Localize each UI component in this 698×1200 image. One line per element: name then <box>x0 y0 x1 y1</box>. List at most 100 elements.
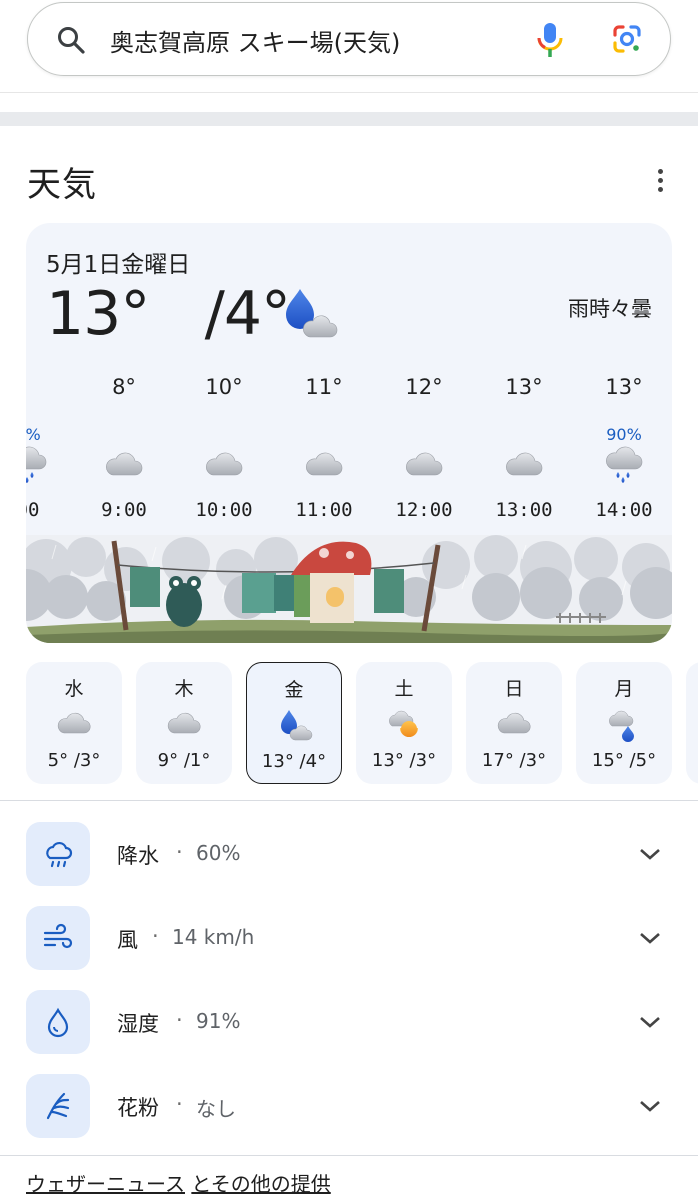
separator-dot: · <box>176 1092 183 1116</box>
day-chip-wed[interactable]: 水 5° /3° <box>26 662 122 784</box>
hourly-temp: 13° <box>505 375 543 399</box>
google-lens-icon[interactable] <box>611 23 643 55</box>
hourly-temp: 10° <box>205 375 243 399</box>
precipitation-icon <box>26 822 90 886</box>
rain-cloud-icon <box>286 289 338 338</box>
chevron-down-icon[interactable] <box>638 1096 662 1116</box>
cloud-icon <box>496 706 532 742</box>
current-condition: 雨時々曇 <box>568 297 652 321</box>
hourly-precip-prob: 0% <box>26 425 41 444</box>
attribution: ウェザーニュース とその他の提供 <box>26 1168 331 1197</box>
cloud-icon <box>56 706 92 742</box>
separator-dot: · <box>176 1008 183 1032</box>
daily-forecast[interactable]: 水 5° /3° 木 9° /1° 金 13° /4° 土 13° /3° 日 … <box>26 662 698 786</box>
hourly-temp: 13° <box>605 375 643 399</box>
cloud-icon <box>104 445 144 485</box>
current-high-temp: 13° <box>46 279 150 349</box>
weathernews-link[interactable]: ウェザーニュース <box>26 1172 185 1196</box>
more-options-icon[interactable] <box>650 169 670 195</box>
hourly-time: 14:00 <box>595 499 653 521</box>
separator-dot: · <box>152 924 159 948</box>
cloud-icon <box>504 445 544 485</box>
day-name: 日 <box>504 678 524 700</box>
day-chip-next[interactable] <box>686 662 698 784</box>
hourly-time: 13:00 <box>495 499 553 521</box>
hourly-precip-prob: 90% <box>606 425 642 444</box>
hourly-item: 13° 90% 14:00 <box>574 371 672 531</box>
row-value: 60% <box>196 841 241 865</box>
cloud-rain-icon <box>609 710 634 742</box>
day-temps: 9° /1° <box>157 750 211 771</box>
hourly-temp: 8° <box>112 375 136 399</box>
search-area: 奥志賀高原 スキー場(天気) <box>0 0 698 92</box>
hourly-time: 11:00 <box>295 499 353 521</box>
hourly-item: 0% 00 <box>26 371 78 531</box>
cloud-icon <box>166 706 202 742</box>
day-name: 月 <box>614 678 634 700</box>
day-temps: 13° /4° <box>261 751 327 772</box>
weather-illustration <box>26 535 672 643</box>
day-name: 水 <box>64 678 84 700</box>
row-label: 花粉 <box>117 1096 159 1120</box>
hourly-item: 10° 10:00 <box>174 371 274 531</box>
hourly-temp: 12° <box>405 375 443 399</box>
day-chip-thu[interactable]: 木 9° /1° <box>136 662 232 784</box>
row-label: 風 <box>117 928 138 952</box>
weather-card: 5月1日金曜日 13° /4° 雨時々曇 0% 00 8° 9:00 10° 1… <box>26 223 672 643</box>
weather-title: 天気 <box>27 165 97 205</box>
hourly-item: 11° 11:00 <box>274 371 374 531</box>
partly-sunny-icon <box>389 710 418 737</box>
cloud-icon <box>304 445 344 485</box>
hourly-time: 00 <box>26 499 40 521</box>
chevron-down-icon[interactable] <box>638 928 662 948</box>
current-low-temp: /4° <box>204 279 291 349</box>
divider <box>0 800 698 801</box>
row-value: 91% <box>196 1009 241 1033</box>
hourly-time: 10:00 <box>195 499 253 521</box>
divider <box>0 92 698 93</box>
day-name: 木 <box>174 678 194 700</box>
hourly-time: 9:00 <box>101 499 147 521</box>
mic-icon[interactable] <box>536 21 564 59</box>
divider <box>0 1155 698 1156</box>
day-chip-mon[interactable]: 月 15° /5° <box>576 662 672 784</box>
day-temps: 15° /5° <box>591 750 657 771</box>
search-bar[interactable]: 奥志賀高原 スキー場(天気) <box>27 2 671 76</box>
hourly-forecast[interactable]: 0% 00 8° 9:00 10° 10:00 11° 11:00 12° 12… <box>26 371 672 531</box>
hourly-item: 12° 12:00 <box>374 371 474 531</box>
day-temps: 13° /3° <box>371 750 437 771</box>
search-icon[interactable] <box>56 25 86 55</box>
row-value: 14 km/h <box>172 925 255 949</box>
rain-cloud-icon <box>604 445 644 485</box>
cloud-icon <box>404 445 444 485</box>
day-name: 金 <box>284 679 304 701</box>
current-date: 5月1日金曜日 <box>46 252 191 278</box>
day-temps: 17° /3° <box>481 750 547 771</box>
hourly-temp: 11° <box>305 375 343 399</box>
precipitation-row[interactable]: 降水 · 60% <box>26 822 672 886</box>
chevron-down-icon[interactable] <box>638 844 662 864</box>
hourly-item: 13° 13:00 <box>474 371 574 531</box>
rain-cloud-icon <box>26 445 48 485</box>
other-providers-link[interactable]: とその他の提供 <box>191 1172 330 1196</box>
current-temps: 13° /4° <box>46 279 291 349</box>
row-label: 降水 <box>117 844 159 868</box>
day-name: 土 <box>394 678 414 700</box>
separator-dot: · <box>176 840 183 864</box>
day-temps: 5° /3° <box>47 750 101 771</box>
humidity-icon <box>26 990 90 1054</box>
day-chip-sun[interactable]: 日 17° /3° <box>466 662 562 784</box>
rain-drop-icon <box>281 710 313 741</box>
search-input[interactable]: 奥志賀高原 スキー場(天気) <box>110 23 400 58</box>
row-label: 湿度 <box>117 1012 159 1036</box>
row-value: なし <box>196 1097 236 1121</box>
day-chip-fri[interactable]: 金 13° /4° <box>246 662 342 784</box>
humidity-row[interactable]: 湿度 · 91% <box>26 990 672 1054</box>
wind-icon <box>26 906 90 970</box>
pollen-row[interactable]: 花粉 · なし <box>26 1074 672 1138</box>
cloud-icon <box>204 445 244 485</box>
hourly-item: 8° 9:00 <box>74 371 174 531</box>
wind-row[interactable]: 風 · 14 km/h <box>26 906 672 970</box>
day-chip-sat[interactable]: 土 13° /3° <box>356 662 452 784</box>
chevron-down-icon[interactable] <box>638 1012 662 1032</box>
